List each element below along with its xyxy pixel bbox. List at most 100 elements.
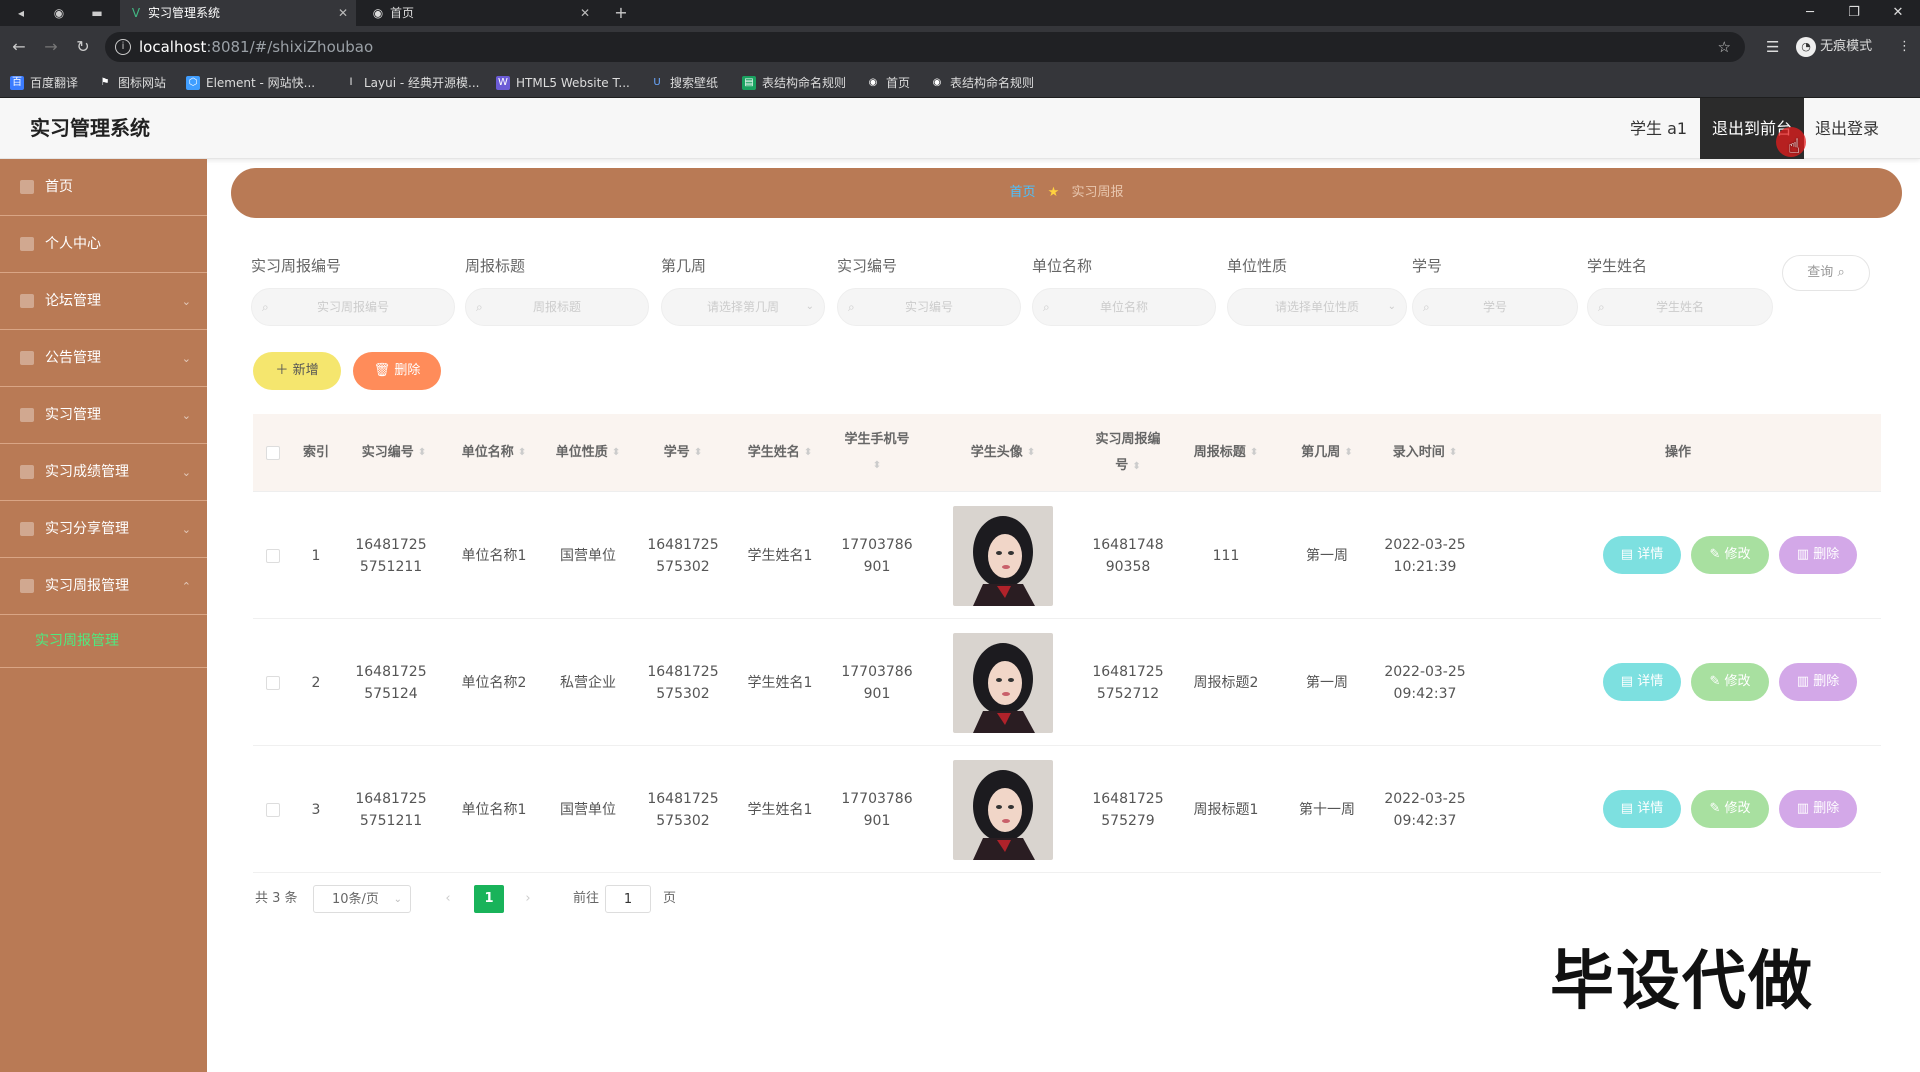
minimize-icon[interactable]: ─: [1788, 0, 1832, 26]
sort-icon[interactable]: ⬍: [418, 440, 426, 466]
flag-icon: ⚑: [100, 77, 110, 88]
sidebar-item-profile[interactable]: 个人中心: [0, 216, 207, 273]
info-icon[interactable]: i: [115, 39, 131, 55]
delete-button[interactable]: ▥ 删除: [1779, 536, 1857, 574]
col-report-no[interactable]: 实习周报编号 ⬍: [1083, 414, 1173, 492]
next-page-button[interactable]: ›: [515, 885, 541, 913]
row-checkbox[interactable]: [266, 548, 280, 563]
student-avatar[interactable]: [953, 632, 1053, 733]
col-avatar[interactable]: 学生头像 ⬍: [923, 414, 1083, 492]
close-window-icon[interactable]: ✕: [1876, 0, 1920, 26]
window-icon[interactable]: ▬: [88, 4, 106, 22]
reload-icon[interactable]: ↻: [72, 36, 94, 58]
user-icon: [20, 237, 34, 251]
sidebar-item-notice[interactable]: 公告管理 ⌄: [0, 330, 207, 387]
sidebar-item-weekly[interactable]: 实习周报管理 ⌃: [0, 558, 207, 615]
col-intern-no[interactable]: 实习编号 ⬍: [339, 414, 449, 492]
batch-delete-button[interactable]: 🗑 删除: [353, 352, 441, 390]
sort-icon[interactable]: ⬍: [612, 440, 620, 466]
sort-icon[interactable]: ⬍: [518, 440, 526, 466]
bookmark-item[interactable]: W HTML5 Website T...: [496, 74, 630, 92]
col-student-name[interactable]: 学生姓名 ⬍: [729, 414, 831, 492]
col-phone[interactable]: 学生手机号 ⬍: [831, 414, 923, 492]
menu-icon[interactable]: ⋮: [1898, 36, 1911, 58]
star-icon[interactable]: ☆: [1718, 32, 1731, 62]
bookmark-item[interactable]: ⬡ Element - 网站快...: [186, 74, 315, 92]
sidebar-item-scores[interactable]: 实习成绩管理 ⌄: [0, 444, 207, 501]
student-avatar[interactable]: [953, 505, 1053, 606]
cell-phone: 17703786901: [841, 663, 913, 702]
student-avatar[interactable]: [953, 759, 1053, 860]
bookmark-item[interactable]: l Layui - 经典开源模...: [344, 74, 480, 92]
unit-name-input[interactable]: ⌕ 单位名称: [1032, 288, 1216, 326]
bookmark-item[interactable]: 百百度翻译: [10, 74, 78, 92]
col-unit-name[interactable]: 单位名称 ⬍: [449, 414, 539, 492]
tab-title: 首页: [390, 6, 415, 20]
delete-button[interactable]: ▥ 删除: [1779, 663, 1857, 701]
sort-icon[interactable]: ⬍: [694, 440, 702, 466]
row-checkbox[interactable]: [266, 802, 280, 817]
edit-button[interactable]: ✎ 修改: [1691, 663, 1769, 701]
edit-button[interactable]: ✎ 修改: [1691, 536, 1769, 574]
sort-icon[interactable]: ⬍: [1132, 461, 1140, 472]
tab-home[interactable]: ◉ 首页 ✕: [362, 0, 598, 26]
sort-icon[interactable]: ⬍: [1449, 440, 1457, 466]
chrome-icon[interactable]: ◉: [50, 4, 68, 22]
new-tab-icon[interactable]: +: [612, 4, 630, 22]
delete-button[interactable]: ▥ 删除: [1779, 790, 1857, 828]
detail-button[interactable]: ▤ 详情: [1603, 663, 1681, 701]
col-created[interactable]: 录入时间 ⬍: [1375, 414, 1475, 492]
sidebar-item-home[interactable]: 首页: [0, 159, 207, 216]
unit-type-select[interactable]: 请选择单位性质 ⌄: [1227, 288, 1407, 326]
tab-app[interactable]: V 实习管理系统 ✕: [120, 0, 356, 26]
bookmark-item[interactable]: ◉ 表结构命名规则: [930, 74, 1034, 92]
col-report-title[interactable]: 周报标题 ⬍: [1173, 414, 1279, 492]
close-icon[interactable]: ✕: [338, 0, 348, 26]
select-all-checkbox[interactable]: [266, 446, 280, 460]
search-label: 第几周: [661, 257, 707, 275]
url-input[interactable]: i localhost:8081/#/shixiZhoubao ☆: [105, 32, 1745, 62]
page-size-select[interactable]: 10条/页 ⌄: [313, 885, 411, 913]
goto-page-input[interactable]: 1: [605, 885, 651, 913]
bookmark-item[interactable]: U 搜索壁纸: [650, 74, 718, 92]
sort-icon[interactable]: ⬍: [1344, 440, 1352, 466]
query-button[interactable]: 查询 ⌕: [1782, 255, 1870, 291]
bookmark-item[interactable]: ⚑ 图标网站: [98, 74, 167, 92]
report-no-input[interactable]: ⌕ 实习周报编号: [251, 288, 455, 326]
restore-icon[interactable]: ❐: [1832, 0, 1876, 26]
delete-label: 删除: [394, 363, 421, 378]
logout-button[interactable]: 退出登录: [1815, 98, 1879, 159]
mute-icon[interactable]: ◂: [12, 4, 30, 22]
bookmark-item[interactable]: ▤ 表结构命名规则: [742, 74, 846, 92]
sort-icon[interactable]: ⬍: [1250, 440, 1258, 466]
student-no-input[interactable]: ⌕ 学号: [1412, 288, 1578, 326]
report-title-input[interactable]: ⌕ 周报标题: [465, 288, 649, 326]
sort-icon[interactable]: ⬍: [873, 453, 881, 479]
bookmark-item[interactable]: ◉ 首页: [866, 74, 910, 92]
sort-icon[interactable]: ⬍: [804, 440, 812, 466]
detail-button[interactable]: ▤ 详情: [1603, 790, 1681, 828]
add-button[interactable]: ＋ 新增: [253, 352, 341, 390]
sort-icon[interactable]: ⬍: [1027, 440, 1035, 466]
col-student-no[interactable]: 学号 ⬍: [637, 414, 729, 492]
week-select[interactable]: 请选择第几周 ⌄: [661, 288, 825, 326]
intern-no-input[interactable]: ⌕ 实习编号: [837, 288, 1021, 326]
detail-button[interactable]: ▤ 详情: [1603, 536, 1681, 574]
back-icon[interactable]: ←: [8, 36, 30, 58]
sidebar-item-share[interactable]: 实习分享管理 ⌄: [0, 501, 207, 558]
reading-list-icon[interactable]: ☰: [1766, 36, 1779, 58]
forward-icon[interactable]: →: [40, 36, 62, 58]
breadcrumb-home[interactable]: 首页: [1010, 185, 1036, 200]
close-icon[interactable]: ✕: [580, 0, 590, 26]
row-checkbox[interactable]: [266, 675, 280, 690]
sidebar-item-internship[interactable]: 实习管理 ⌄: [0, 387, 207, 444]
page-number-current[interactable]: 1: [474, 885, 504, 913]
col-unit-type[interactable]: 单位性质 ⬍: [539, 414, 637, 492]
student-name-input[interactable]: ⌕ 学生姓名: [1587, 288, 1773, 326]
incognito-badge[interactable]: ◔ 无痕模式: [1796, 36, 1872, 58]
prev-page-button[interactable]: ‹: [435, 885, 461, 913]
sidebar-item-forum[interactable]: 论坛管理 ⌄: [0, 273, 207, 330]
edit-button[interactable]: ✎ 修改: [1691, 790, 1769, 828]
col-week[interactable]: 第几周 ⬍: [1279, 414, 1375, 492]
sidebar-subitem-weekly-manage[interactable]: 实习周报管理: [0, 615, 207, 668]
